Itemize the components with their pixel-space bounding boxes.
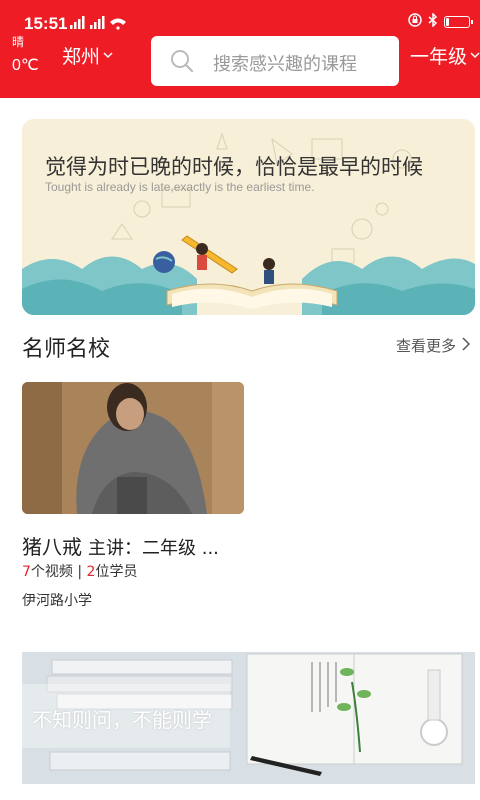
bluetooth-icon — [428, 12, 438, 31]
view-more-label: 查看更多 — [395, 337, 456, 355]
section-title: 名师名校 — [22, 337, 111, 362]
teacher-name-line[interactable]: 猪八戒 主讲：二年级 ... — [22, 531, 219, 560]
video-suffix: 个视频 — [30, 564, 73, 580]
status-time: 15:51 — [24, 14, 68, 33]
lock-icon — [408, 12, 422, 31]
grade-label: 一年级 — [410, 46, 468, 68]
weather-temperature: 0℃ — [12, 57, 39, 74]
banner2-caption: 不知则问，不能则学 — [22, 684, 230, 748]
chevron-down-icon — [103, 49, 113, 62]
banner-subtitle: Tought is already is late,exactly is the… — [45, 180, 315, 194]
search-input[interactable]: 搜索感兴趣的课程 — [151, 36, 399, 86]
study-banner[interactable]: 不知则问，不能则学 — [22, 652, 475, 784]
battery-icon — [444, 15, 473, 28]
banner2-text: 不知则问，不能则学 — [32, 708, 212, 732]
city-label: 郑州 — [62, 46, 101, 68]
teacher-lecture: 主讲：二年级 ... — [88, 538, 219, 559]
view-more-link[interactable]: 查看更多 — [395, 335, 471, 356]
teacher-name: 猪八戒 — [22, 535, 82, 559]
top-header: 15:51 晴 0℃ 郑州 搜索感兴趣的课程 一年级 — [0, 0, 480, 98]
grade-selector[interactable]: 一年级 — [410, 42, 480, 69]
banner-title: 觉得为时已晚的时候，恰恰是最早的时候 — [45, 155, 423, 179]
search-icon — [169, 48, 195, 74]
book-illustration — [22, 132, 475, 315]
teacher-photo[interactable] — [22, 382, 244, 514]
teacher-stats: 7个视频 | 2位学员 — [22, 561, 137, 581]
signal-icon — [70, 16, 130, 33]
chevron-right-icon — [462, 336, 471, 355]
status-icons — [408, 12, 473, 31]
search-placeholder: 搜索感兴趣的课程 — [213, 54, 357, 75]
weather-condition: 晴 — [12, 35, 25, 49]
teacher-school: 伊河路小学 — [22, 593, 92, 609]
battery-level — [446, 17, 450, 26]
motto-banner[interactable]: 觉得为时已晚的时候，恰恰是最早的时候 Tought is already is … — [22, 119, 475, 315]
chevron-down-icon — [470, 49, 480, 62]
video-count: 7 — [22, 564, 31, 580]
student-suffix: 位学员 — [95, 564, 138, 580]
city-selector[interactable]: 郑州 — [62, 42, 113, 69]
stats-separator: | — [72, 564, 87, 580]
